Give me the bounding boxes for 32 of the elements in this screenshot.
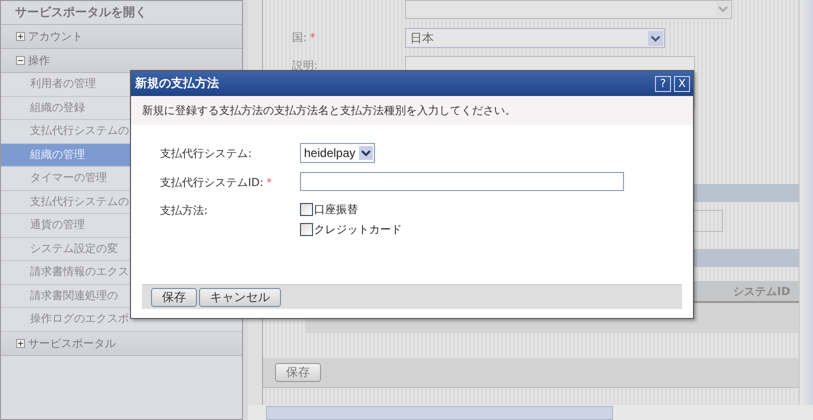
dialog-title: 新規の支払方法 [135,75,220,92]
checkbox[interactable] [300,203,313,216]
required-mark: * [310,31,316,44]
sidebar-group[interactable]: 操作 [1,49,242,73]
expander-icon[interactable] [16,338,25,348]
help-button[interactable]: ? [655,76,671,92]
required-mark: * [266,176,272,189]
checkbox[interactable] [300,223,313,236]
system-select[interactable]: heidelpay [300,143,376,163]
expander-icon[interactable] [16,56,25,65]
sidebar-group[interactable]: サービスポータル [1,332,242,356]
input-field[interactable] [300,172,624,191]
column-header: システムID [733,284,790,298]
chevron-down-icon [716,2,730,16]
sidebar-group[interactable]: アカウント [1,25,242,49]
country-select[interactable]: 日本 [405,28,665,48]
chevron-down-icon [648,30,663,46]
group-label: 操作 [28,53,50,68]
cancel-button[interactable]: キャンセル [199,288,281,306]
field-label: 国: [292,31,307,44]
select-field[interactable] [405,0,732,19]
checkbox-label: 口座振替 [314,202,358,217]
checkbox-label: クレジットカード [314,222,402,237]
field-label: 説明: [292,59,318,72]
expander-icon[interactable] [16,32,25,41]
save-button[interactable]: 保存 [151,288,197,306]
chevron-down-icon [359,146,374,160]
field-label: 支払方法: [160,204,208,217]
close-button[interactable]: X [674,76,690,92]
save-button[interactable]: 保存 [275,363,321,382]
group-label: サービスポータル [28,336,116,350]
group-label: アカウント [28,29,83,44]
